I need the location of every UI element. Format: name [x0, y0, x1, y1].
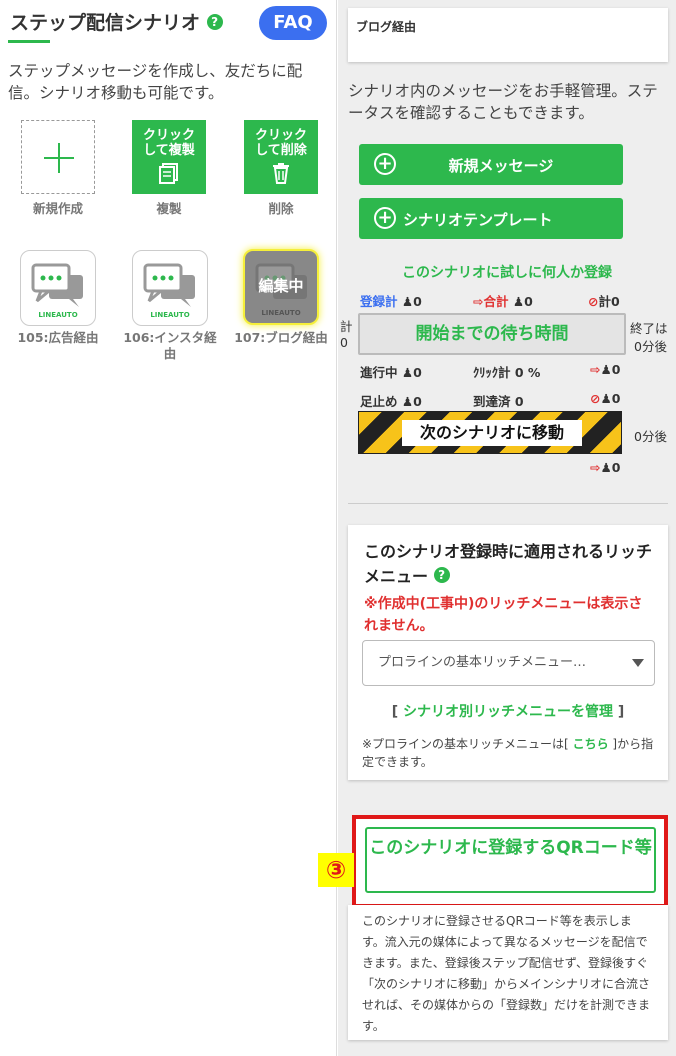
here-link[interactable]: こちら	[573, 737, 609, 751]
end-label: 終了は	[630, 321, 668, 336]
try-register-link[interactable]: このシナリオに試しに何人か登録	[338, 262, 676, 282]
caret-down-icon	[632, 659, 644, 667]
trash-icon	[273, 163, 289, 184]
rich-menu-note: ※プロラインの基本リッチメニューは[ こちら ]から指定できます。	[362, 737, 654, 769]
copy-icon	[159, 163, 178, 184]
exit-icon: ⇨	[590, 460, 601, 475]
wait-time-button[interactable]: 開始までの待ち時間	[358, 313, 626, 355]
qr-highlight-frame: ③ このシナリオに登録するQRコード等	[318, 815, 668, 908]
brand-logo: LINEAUTO	[261, 309, 301, 317]
reached-stat[interactable]: 到達済 0	[473, 391, 524, 410]
total-stat[interactable]: ⇨合計 ♟0	[473, 291, 533, 310]
blocked-stat[interactable]: ⊘♟0	[590, 391, 620, 406]
new-scenario-label: 新規作成	[32, 201, 83, 216]
click-stat[interactable]: ｸﾘｯｸ計 0 %	[473, 362, 540, 381]
scenario-detail-panel: ブログ経由 シナリオ内のメッセージをお手軽管理。ステータスを確認することもできま…	[318, 0, 676, 1056]
stopped-stat[interactable]: 足止め ♟0	[360, 391, 422, 410]
delete-tile-label: クリックして削除	[254, 128, 307, 158]
title-underline	[8, 40, 50, 43]
copy-scenario-label: 複製	[156, 201, 182, 216]
exit-stat-1[interactable]: ⇨♟0	[590, 362, 620, 377]
scenario-tile-105[interactable]: LINEAUTO	[20, 250, 96, 326]
exit-icon: ⇨	[473, 294, 484, 309]
plus-circle-icon: +	[374, 207, 396, 229]
rich-menu-warning: ※作成中(工事中)のリッチメニューは表示されません。	[364, 596, 643, 634]
scenario-name-field[interactable]: ブログ経由	[348, 8, 668, 62]
section-divider	[348, 503, 668, 504]
qr-code-button[interactable]: このシナリオに登録するQRコード等	[365, 827, 656, 893]
exit-icon: ⇨	[590, 362, 601, 377]
scenario-template-button[interactable]: + シナリオテンプレート	[359, 198, 623, 239]
step-marker: ③	[318, 853, 354, 887]
copy-tile-label: クリックして複製	[142, 128, 195, 158]
scenario-caption: 105:広告経由	[17, 330, 99, 345]
scenario-tile-106[interactable]: LINEAUTO	[132, 250, 208, 326]
in-progress-stat[interactable]: 進行中 ♟0	[360, 362, 422, 381]
new-scenario-button[interactable]	[21, 120, 95, 194]
detail-description: シナリオ内のメッセージをお手軽管理。ステータスを確認することもできます。	[348, 82, 658, 122]
scenario-caption: 106:インスタ経由	[123, 330, 217, 361]
brand-logo: LINEAUTO	[150, 311, 190, 319]
left-total-stat: 計0	[340, 319, 353, 350]
blocked-total-stat[interactable]: ⊘計0	[588, 291, 620, 310]
registered-stat[interactable]: 登録計 ♟0	[360, 291, 422, 310]
editing-badge: 編集中	[258, 277, 304, 295]
page-title: ステップ配信シナリオ ?	[10, 8, 223, 35]
move-next-scenario-button[interactable]: 次のシナリオに移動	[358, 411, 622, 454]
copy-scenario-button[interactable]: クリックして複製	[132, 120, 206, 194]
delete-scenario-label: 削除	[268, 201, 294, 216]
exit-stat-2[interactable]: ⇨♟0	[590, 460, 620, 475]
scenario-tile-107-selected[interactable]: LINEAUTO 編集中	[243, 249, 319, 325]
chat-bubbles-icon	[143, 263, 195, 307]
brand-logo: LINEAUTO	[38, 311, 78, 319]
panel-description: ステップメッセージを作成し、友だちに配信。シナリオ移動も可能です。	[8, 62, 303, 102]
qr-description: このシナリオに登録させるQRコード等を表示します。流入元の媒体によって異なるメッ…	[348, 905, 668, 1040]
help-icon[interactable]: ?	[433, 567, 450, 583]
rich-menu-select[interactable]: プロラインの基本リッチメニュー…	[362, 640, 655, 686]
new-message-button[interactable]: + 新規メッセージ	[359, 144, 623, 185]
scenario-caption: 107:ブログ経由	[234, 330, 328, 345]
delete-scenario-button[interactable]: クリックして削除	[244, 120, 318, 194]
end-time-2: 0分後	[634, 429, 667, 444]
help-icon[interactable]: ?	[206, 14, 223, 30]
block-icon: ⊘	[588, 294, 599, 309]
rich-menu-title: このシナリオ登録時に適用されるリッチメニュー ?	[364, 542, 653, 586]
faq-button[interactable]: FAQ	[259, 6, 327, 40]
block-icon: ⊘	[590, 391, 601, 406]
manage-rich-menu-link[interactable]: [ シナリオ別リッチメニューを管理 ]	[348, 701, 668, 721]
chat-bubbles-icon	[31, 263, 83, 307]
rich-menu-card: このシナリオ登録時に適用されるリッチメニュー ? ※作成中(工事中)のリッチメニ…	[348, 525, 668, 780]
scenario-list-panel: ステップ配信シナリオ ? FAQ ステップメッセージを作成し、友だちに配信。シナ…	[0, 0, 337, 1056]
end-time-1: 0分後	[634, 339, 667, 354]
